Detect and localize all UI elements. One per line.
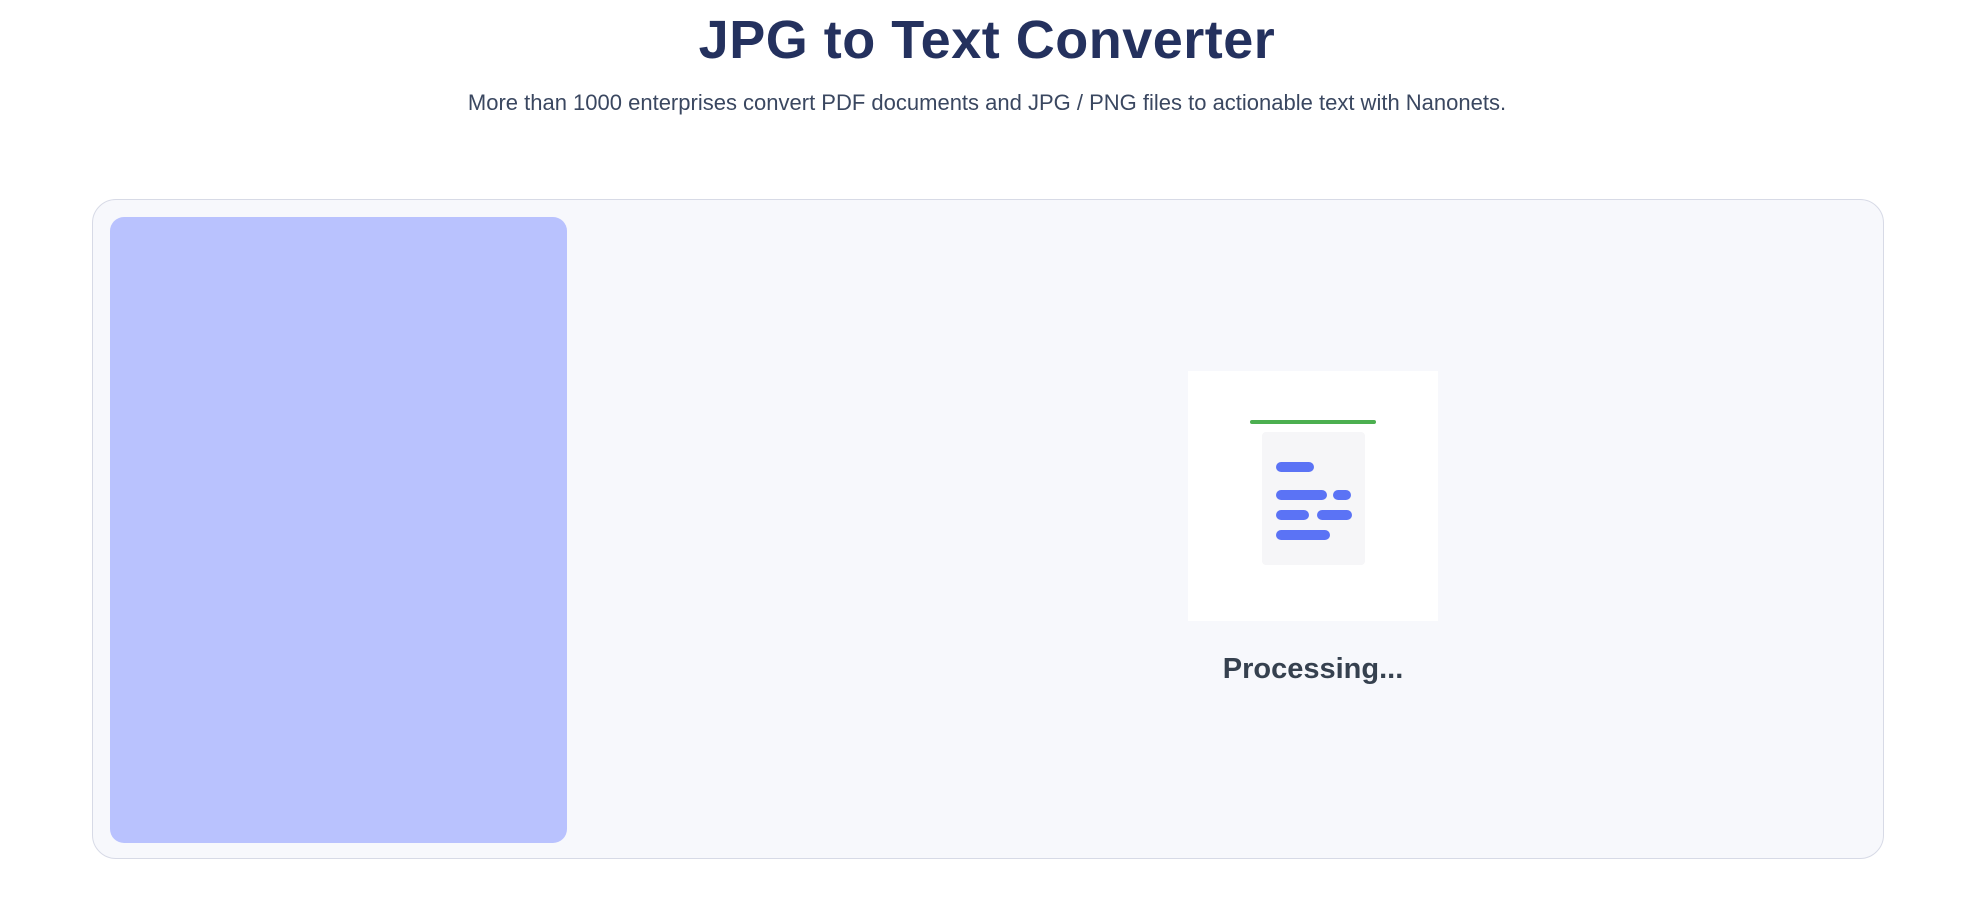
- page: JPG to Text Converter More than 1000 ent…: [0, 0, 1984, 916]
- processing-animation: [1188, 371, 1438, 621]
- document-line: [1276, 510, 1309, 520]
- document-line: [1276, 462, 1314, 472]
- image-preview: [110, 217, 567, 843]
- page-subtitle: More than 1000 enterprises convert PDF d…: [467, 90, 1507, 115]
- processing-status: Processing...: [1222, 653, 1404, 685]
- document-line: [1276, 530, 1330, 540]
- document-line: [1317, 510, 1352, 520]
- document-line: [1333, 490, 1351, 500]
- page-title: JPG to Text Converter: [698, 10, 1276, 70]
- scan-line: [1250, 420, 1376, 424]
- document-scan-icon: [1250, 420, 1376, 565]
- document-line: [1276, 490, 1327, 500]
- converter-panel: Processing...: [92, 199, 1884, 859]
